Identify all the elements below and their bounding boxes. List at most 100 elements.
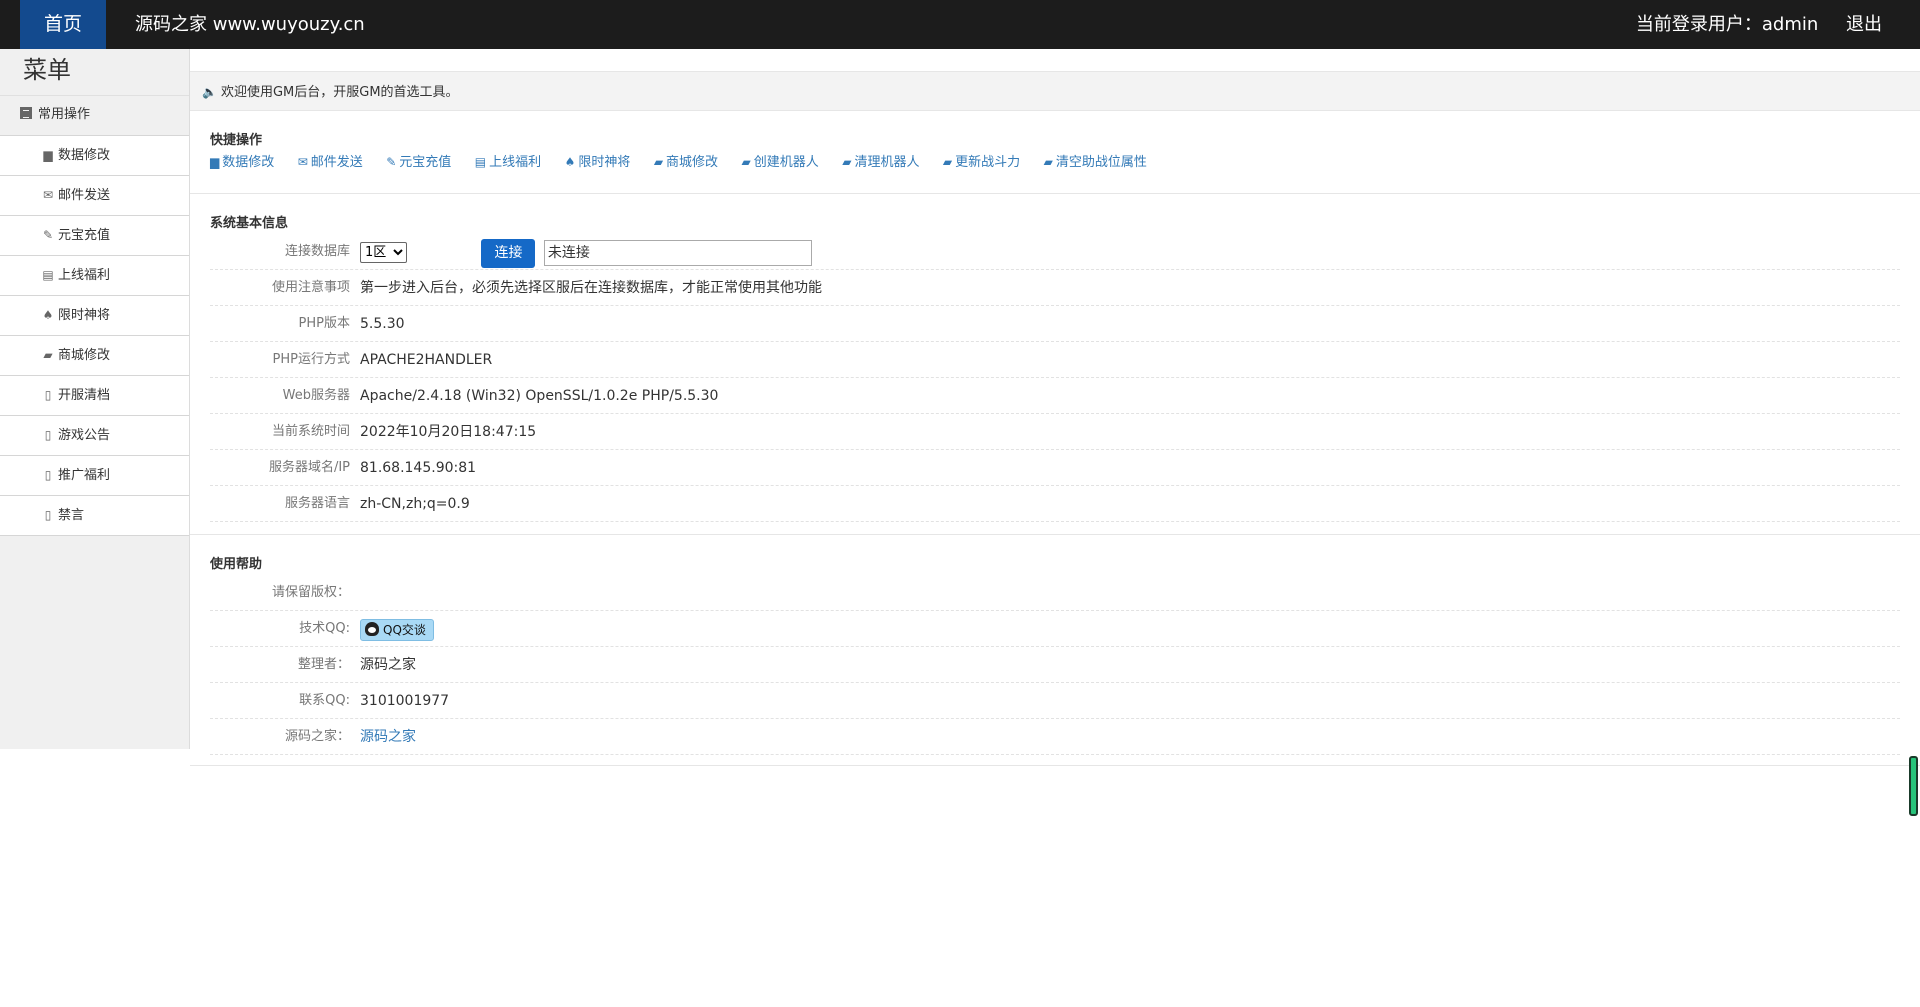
quick-link-create-bot[interactable]: ▰ 创建机器人: [742, 151, 819, 170]
sidebar-item-label: 禁言: [58, 508, 85, 523]
info-row: 联系QQ: 3101001977: [210, 683, 1900, 719]
info-value: 源码之家: [360, 719, 1900, 754]
qq-chat-button[interactable]: QQ交谈: [360, 619, 434, 641]
info-value: Apache/2.4.18 (Win32) OpenSSL/1.0.2e PHP…: [360, 388, 719, 404]
quick-links: ▆ 数据修改 ✉ 邮件发送 ✎ 元宝充值 ▤ 上线福利 ♠ 限时神将 ▰ 商城修改 ▰ 创建机…: [210, 151, 1900, 193]
quick-link-limited-hero[interactable]: ♠ 限时神将: [565, 151, 631, 170]
sidebar-item-label: 元宝充值: [58, 228, 111, 243]
info-row: PHP运行方式 APACHE2HANDLER: [210, 342, 1900, 378]
db-label: 连接数据库: [284, 244, 350, 259]
info-row: Web服务器 Apache/2.4.18 (Win32) OpenSSL/1.0.…: [210, 378, 1900, 414]
sidebar-item-login-bonus[interactable]: ▤ 上线福利: [0, 256, 189, 296]
sidebar-item-server-wipe[interactable]: ▯ 开服清档: [0, 376, 189, 416]
info-label: 使用注意事项: [271, 280, 350, 295]
sidebar-item-mail[interactable]: ✉ 邮件发送: [0, 176, 189, 216]
connection-status-field[interactable]: 未连接: [543, 240, 812, 266]
list-icon: ▤: [42, 268, 54, 282]
info-value: APACHE2HANDLER: [360, 352, 493, 368]
site-link[interactable]: 源码之家: [360, 729, 416, 745]
info-row: PHP版本 5.5.30: [210, 306, 1900, 342]
quick-link-shop-edit[interactable]: ▰ 商城修改: [654, 151, 718, 170]
info-label: 请保留版权：: [271, 585, 350, 600]
server-select[interactable]: 1区: [360, 242, 407, 263]
info-label: 联系QQ:: [299, 693, 350, 708]
sidebar-item-label: 数据修改: [58, 148, 111, 163]
wrench-icon: ✎: [386, 155, 397, 169]
help-section: 使用帮助 请保留版权： 技术QQ: QQ交谈 整理者： 源码之家 联系QQ: 310…: [190, 535, 1920, 766]
section-title: 快捷操作: [210, 133, 263, 148]
sidebar-item-label: 推广福利: [58, 468, 111, 483]
quick-link-label: 商城修改: [666, 155, 719, 170]
sidebar-group-label: 常用操作: [38, 107, 91, 122]
info-value: zh-CN,zh;q=0.9: [360, 496, 470, 512]
info-value: 源码之家: [360, 657, 416, 673]
welcome-text: 欢迎使用GM后台，开服GM的首选工具。: [220, 85, 459, 100]
quick-link-data-edit[interactable]: ▆ 数据修改: [210, 151, 274, 170]
main-content: 🔈 欢迎使用GM后台，开服GM的首选工具。 快捷操作 ▆ 数据修改 ✉ 邮件发送 ✎ 元…: [190, 49, 1920, 766]
quick-link-update-power[interactable]: ▰ 更新战斗力: [943, 151, 1020, 170]
menu-box-icon: [20, 107, 32, 119]
sidebar-item-mute[interactable]: ▯ 禁言: [0, 496, 189, 536]
quick-link-login-bonus[interactable]: ▤ 上线福利: [475, 151, 541, 170]
info-value: 3101001977: [360, 693, 450, 709]
truck-icon: ▆: [43, 148, 53, 162]
sidebar-item-data-edit[interactable]: ▆ 数据修改: [0, 136, 189, 176]
sidebar-item-label: 商城修改: [58, 348, 111, 363]
info-label: 服务器域名/IP: [268, 460, 350, 475]
sidebar-item-label: 上线福利: [58, 268, 111, 283]
quick-link-label: 限时神将: [578, 155, 631, 170]
quick-link-recharge[interactable]: ✎ 元宝充值: [386, 151, 451, 170]
quick-link-clear-bot[interactable]: ▰ 清理机器人: [842, 151, 919, 170]
info-label: 整理者：: [297, 657, 350, 672]
folder-icon: ▰: [842, 155, 852, 169]
info-row: 服务器域名/IP 81.68.145.90:81: [210, 450, 1900, 486]
logout-button[interactable]: 退出: [1846, 0, 1882, 49]
folder-icon: ▰: [653, 155, 664, 169]
quick-link-label: 更新战斗力: [955, 155, 1021, 170]
welcome-banner: 🔈 欢迎使用GM后台，开服GM的首选工具。: [190, 71, 1920, 111]
sidebar-item-shop-edit[interactable]: ▰ 商城修改: [0, 336, 189, 376]
quick-ops-section: 快捷操作 ▆ 数据修改 ✉ 邮件发送 ✎ 元宝充值 ▤ 上线福利 ♠ 限时神将 ▰ 商城修改…: [190, 111, 1920, 194]
section-title: 系统基本信息: [210, 216, 289, 231]
sidebar-item-label: 邮件发送: [58, 188, 111, 203]
quick-link-label: 上线福利: [489, 155, 542, 170]
user-area: 当前登录用户：admin 退出: [1636, 0, 1882, 49]
quick-link-label: 清理机器人: [854, 155, 920, 170]
sys-info-section: 系统基本信息 连接数据库 1区 连接 未连接 使用注意事项 第一步进入后台，必须先…: [190, 194, 1920, 535]
folder-icon: ▰: [942, 155, 953, 169]
info-label: 源码之家：: [284, 729, 350, 744]
info-label: 技术QQ:: [299, 621, 350, 636]
sidebar-item-recharge[interactable]: ✎ 元宝充值: [0, 216, 189, 256]
info-value: 2022年10月20日18:47:15: [360, 424, 537, 440]
connect-button[interactable]: 连接: [481, 239, 536, 268]
sidebar-item-label: 开服清档: [58, 388, 111, 403]
sidebar-group-common[interactable]: 常用操作: [0, 96, 189, 136]
info-row: 使用注意事项 第一步进入后台，必须先选择区服后在连接数据库，才能正常使用其他功能: [210, 270, 1900, 306]
truck-icon: ▆: [210, 155, 220, 169]
file-icon: ▯: [44, 508, 52, 522]
sidebar-item-announcement[interactable]: ▯ 游戏公告: [0, 416, 189, 456]
site-title[interactable]: 源码之家 www.wuyouzy.cn: [135, 0, 365, 49]
info-row: 整理者： 源码之家: [210, 647, 1900, 683]
info-value: [360, 575, 1900, 610]
quick-link-clear-assist[interactable]: ▰ 清空助战位属性: [1044, 151, 1147, 170]
side-scroll-handle[interactable]: [1909, 756, 1918, 816]
info-row: 当前系统时间 2022年10月20日18:47:15: [210, 414, 1900, 450]
file-icon: ▯: [44, 468, 52, 482]
info-row: 技术QQ: QQ交谈: [210, 611, 1900, 647]
sidebar-item-limited-hero[interactable]: ♠ 限时神将: [0, 296, 189, 336]
home-button[interactable]: 首页: [20, 0, 106, 49]
quick-link-label: 邮件发送: [310, 155, 363, 170]
info-label: 当前系统时间: [271, 424, 350, 439]
spade-icon: ♠: [564, 155, 576, 169]
sidebar-item-label: 限时神将: [58, 308, 111, 323]
menu-title: 菜单: [0, 49, 189, 96]
envelope-icon: ✉: [297, 155, 308, 169]
spade-icon: ♠: [42, 308, 54, 322]
quick-link-mail[interactable]: ✉ 邮件发送: [298, 151, 363, 170]
sidebar-item-promo-bonus[interactable]: ▯ 推广福利: [0, 456, 189, 496]
folder-icon: ▰: [1043, 155, 1053, 169]
sidebar: 菜单 常用操作 ▆ 数据修改 ✉ 邮件发送 ✎ 元宝充值 ▤ 上线福利 ♠ 限时神将 ▰ 商…: [0, 49, 190, 749]
info-row: 请保留版权：: [210, 575, 1900, 611]
info-label: 服务器语言: [284, 496, 350, 511]
